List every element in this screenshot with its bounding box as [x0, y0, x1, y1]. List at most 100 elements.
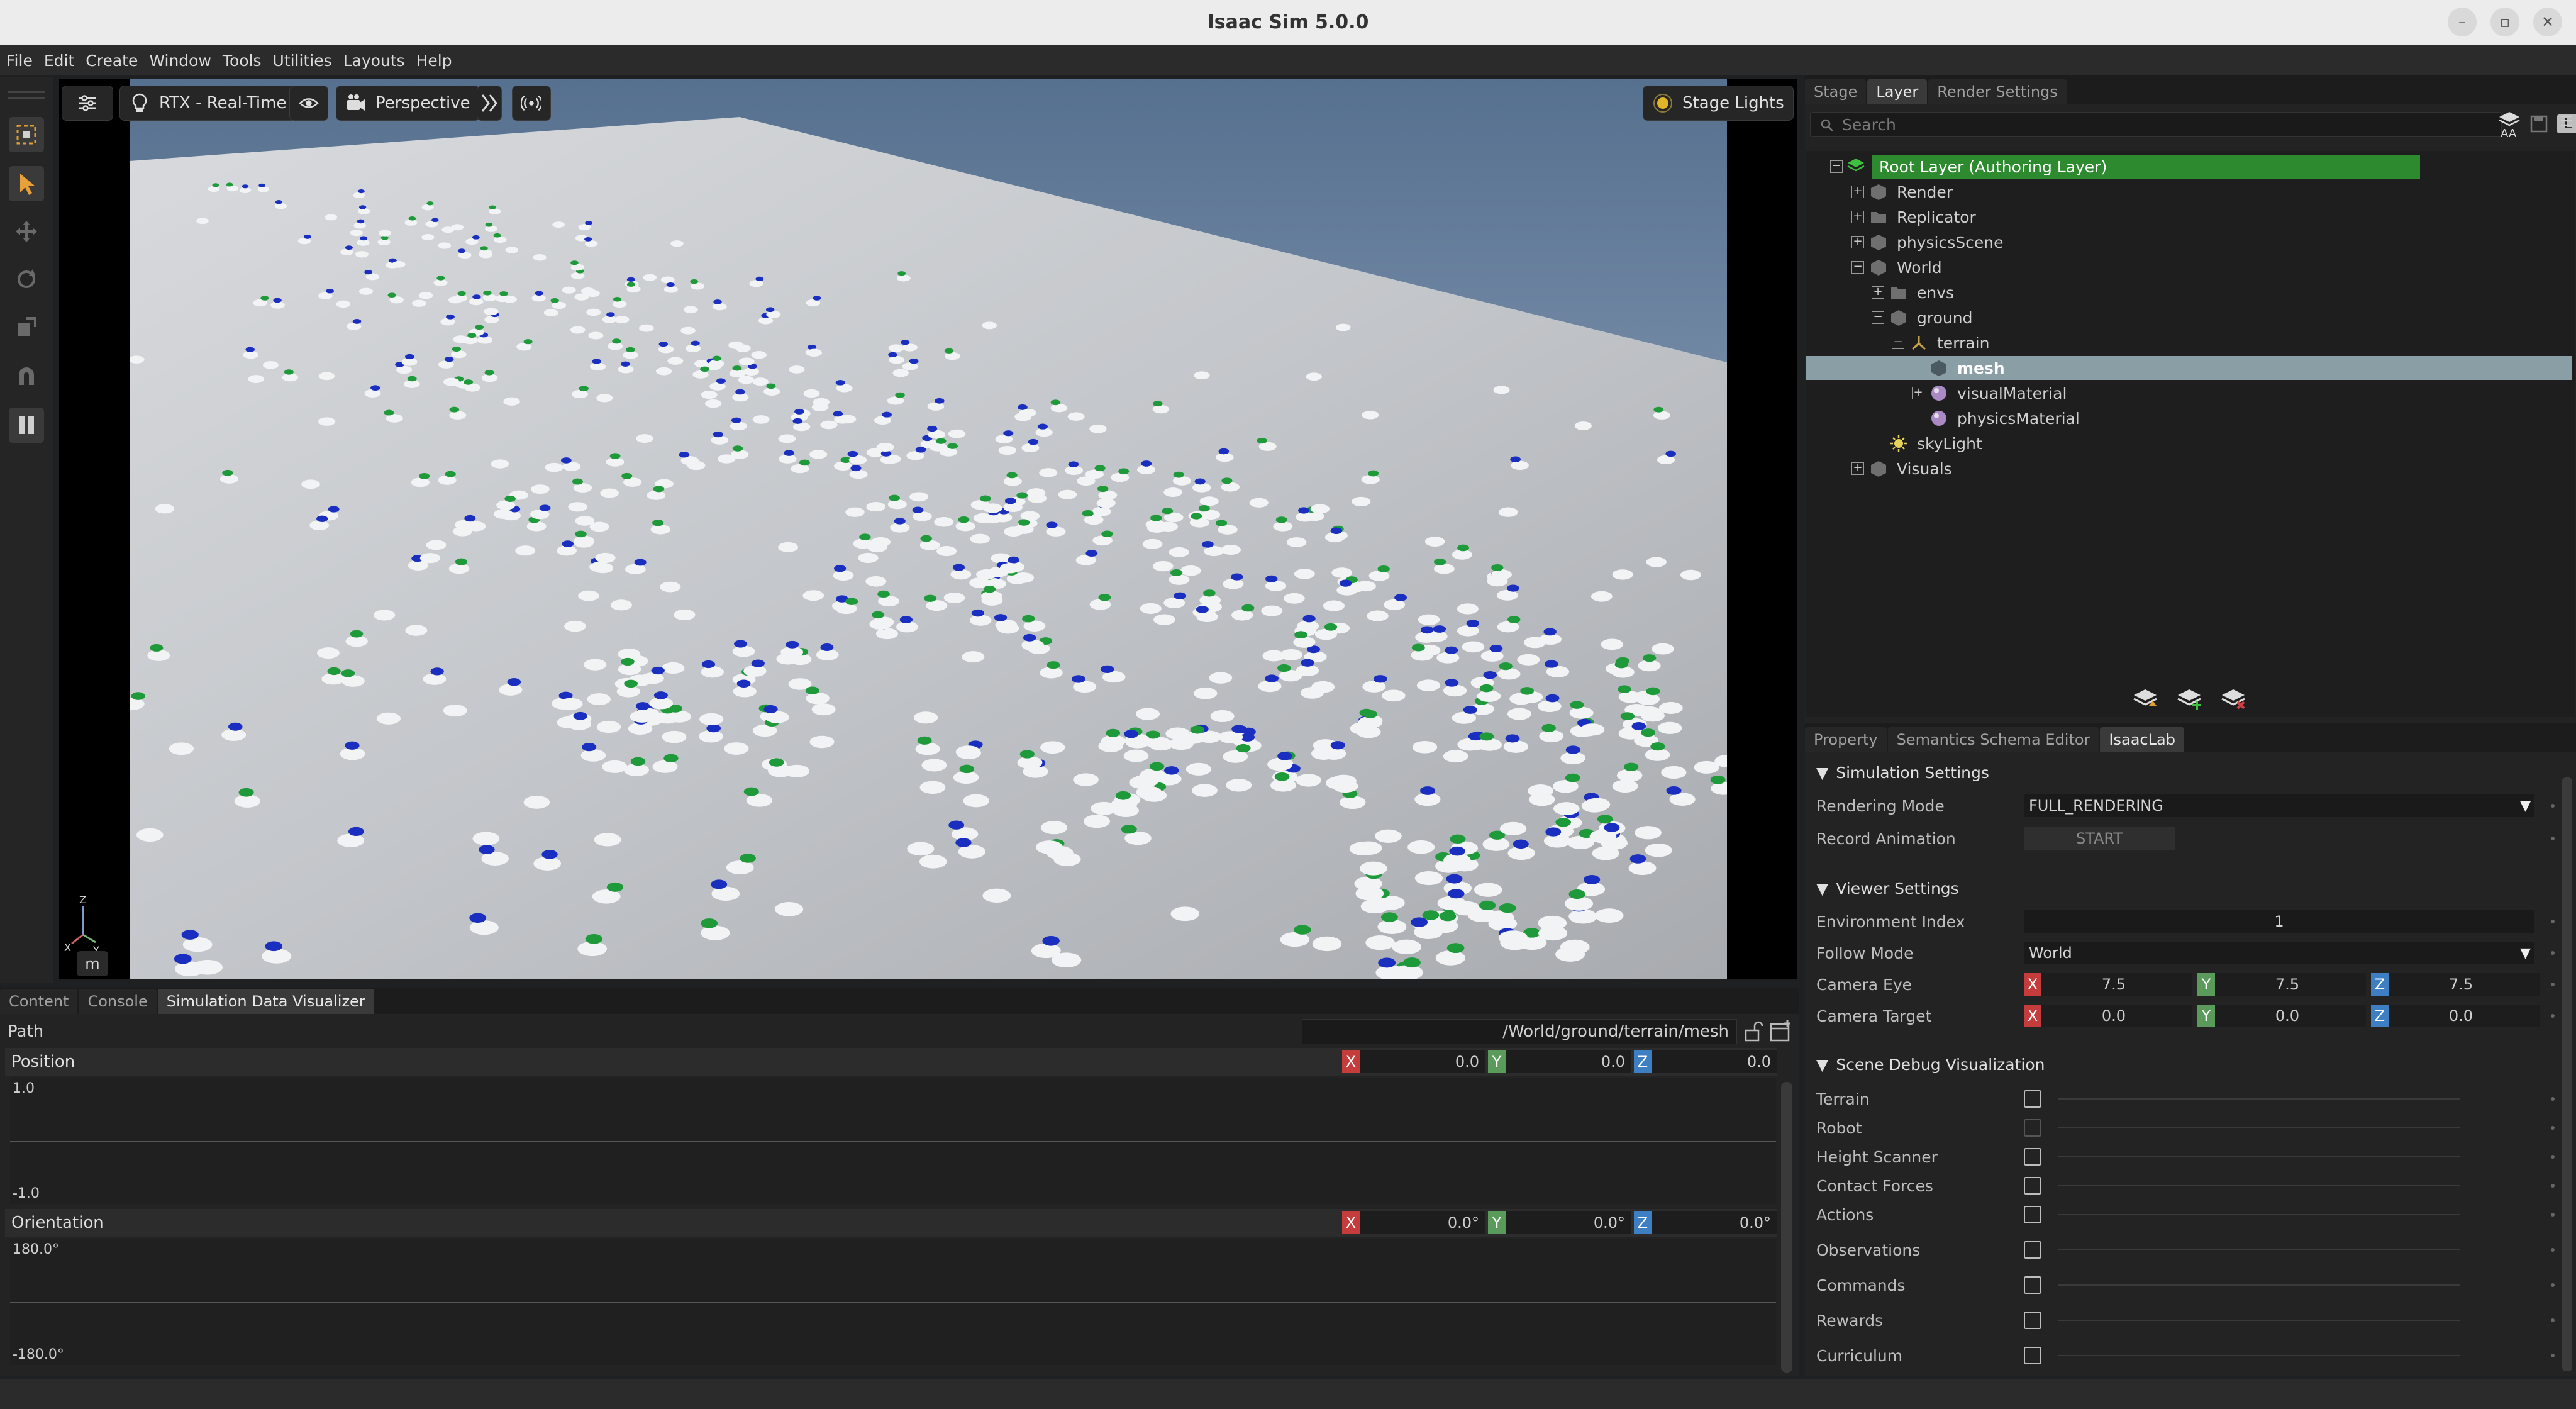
record-start-button[interactable]: START [2024, 827, 2175, 850]
expand-icon[interactable]: + [1852, 211, 1864, 223]
position-z-value[interactable]: 0.0 [1652, 1050, 1777, 1073]
camera-target-x-value[interactable]: 0.0 [2041, 1005, 2192, 1027]
tab-console[interactable]: Console [79, 989, 157, 1014]
orientation-z-value[interactable]: 0.0° [1652, 1211, 1777, 1234]
visibility-button[interactable] [289, 86, 328, 121]
select-mode-icon[interactable] [9, 117, 44, 152]
reset-dot[interactable] [2551, 1014, 2555, 1018]
reset-dot[interactable] [2551, 1213, 2555, 1217]
save-icon[interactable] [2529, 114, 2548, 133]
menu-layouts[interactable]: Layouts [343, 52, 405, 70]
tab-render-settings[interactable]: Render Settings [1928, 79, 2067, 104]
tree-row-physics-material[interactable]: physicsMaterial [1806, 406, 2561, 430]
orientation-x-value[interactable]: 0.0° [1360, 1211, 1485, 1234]
environment-index-field[interactable]: 1 [2024, 910, 2534, 933]
tab-layer[interactable]: Layer [1867, 79, 1928, 104]
reset-dot[interactable] [2551, 1318, 2555, 1322]
scene-debug-checkbox[interactable] [2024, 1347, 2041, 1364]
expand-icon[interactable]: + [1852, 462, 1864, 475]
scale-icon[interactable] [9, 309, 44, 345]
reset-dot[interactable] [2551, 804, 2555, 808]
expand-toolbar-icon[interactable] [477, 86, 502, 121]
layers-icon[interactable] [2498, 111, 2521, 128]
menu-window[interactable]: Window [149, 52, 211, 70]
reset-dot[interactable] [2551, 1097, 2555, 1101]
menu-utilities[interactable]: Utilities [273, 52, 332, 70]
bottom-panel-scrollbar[interactable] [1781, 1082, 1792, 1373]
snap-magnet-icon[interactable] [9, 359, 44, 394]
minimize-button[interactable]: – [2448, 8, 2477, 36]
camera-target-x[interactable]: X 0.0 [2024, 1003, 2192, 1028]
menu-help[interactable]: Help [416, 52, 452, 70]
collapse-icon[interactable]: − [1852, 261, 1864, 274]
orientation-z[interactable]: Z 0.0° [1634, 1210, 1777, 1235]
menu-tools[interactable]: Tools [223, 52, 262, 70]
expand-icon[interactable]: + [1872, 286, 1884, 299]
collapse-icon[interactable]: − [1892, 337, 1904, 349]
camera-eye-z-value[interactable]: 7.5 [2389, 973, 2540, 996]
reset-dot[interactable] [2551, 1155, 2555, 1159]
scene-debug-checkbox[interactable] [2024, 1312, 2041, 1329]
position-z[interactable]: Z 0.0 [1634, 1049, 1777, 1074]
reset-dot[interactable] [2551, 951, 2555, 955]
tree-row-terrain[interactable]: − terrain [1806, 331, 2561, 355]
tree-row-root[interactable]: − Root Layer (Authoring Layer) [1806, 155, 2561, 179]
scene-debug-checkbox[interactable] [2024, 1206, 2041, 1223]
unlock-icon[interactable] [1741, 1019, 1766, 1044]
toolbar-grip[interactable] [8, 91, 45, 93]
orientation-y-value[interactable]: 0.0° [1506, 1211, 1631, 1234]
reset-dot[interactable] [2551, 1354, 2555, 1357]
menu-edit[interactable]: Edit [44, 52, 74, 70]
scene-debug-checkbox[interactable] [2024, 1241, 2041, 1259]
tab-simulation-data-visualizer[interactable]: Simulation Data Visualizer [157, 989, 374, 1014]
orientation-x[interactable]: X 0.0° [1342, 1210, 1485, 1235]
insert-sublayer-icon[interactable] [2131, 686, 2159, 711]
tab-content[interactable]: Content [0, 989, 78, 1014]
viewport-settings-button[interactable] [62, 86, 113, 121]
broadcast-icon[interactable] [512, 86, 551, 121]
tab-stage[interactable]: Stage [1805, 79, 1867, 104]
camera-eye-z[interactable]: Z 7.5 [2371, 972, 2540, 997]
close-button[interactable]: ✕ [2533, 8, 2562, 36]
scene-debug-checkbox[interactable] [2024, 1276, 2041, 1294]
remove-sublayer-icon[interactable] [2219, 686, 2247, 711]
tree-row-physics-scene[interactable]: + physicsScene [1806, 230, 2561, 254]
viewport[interactable]: RTX - Real-Time Perspective Stage Lights… [59, 79, 1797, 979]
select-arrow-icon[interactable] [9, 166, 44, 201]
tab-property[interactable]: Property [1805, 727, 1887, 752]
tab-isaaclab[interactable]: IsaacLab [2100, 727, 2184, 752]
camera-eye-x[interactable]: X 7.5 [2024, 972, 2192, 997]
expand-icon[interactable]: + [1852, 236, 1864, 248]
expand-icon[interactable]: + [1912, 387, 1924, 399]
tree-row-visuals[interactable]: + Visuals [1806, 457, 2561, 481]
rotate-icon[interactable] [9, 262, 44, 297]
expand-icon[interactable]: + [1852, 186, 1864, 198]
tree-row-render[interactable]: + Render [1806, 180, 2561, 204]
path-field[interactable]: /World/ground/terrain/mesh [1302, 1019, 1737, 1044]
position-x[interactable]: X 0.0 [1342, 1049, 1485, 1074]
camera-eye-y[interactable]: Y 7.5 [2197, 972, 2366, 997]
tree-row-visual-material[interactable]: + visualMaterial [1806, 381, 2561, 405]
scene-debug-checkbox[interactable] [2024, 1148, 2041, 1166]
viewer-settings-header[interactable]: ▼ Viewer Settings [1816, 874, 2556, 902]
camera-dropdown[interactable]: Perspective [336, 86, 480, 121]
tree-row-world[interactable]: − World [1806, 255, 2561, 279]
create-sublayer-icon[interactable] [2175, 686, 2203, 711]
renderer-dropdown[interactable]: RTX - Real-Time [119, 86, 296, 121]
tab-semantics-schema-editor[interactable]: Semantics Schema Editor [1887, 727, 2099, 752]
unit-button[interactable]: m [77, 951, 108, 976]
camera-target-z[interactable]: Z 0.0 [2371, 1003, 2540, 1028]
camera-eye-y-value[interactable]: 7.5 [2215, 973, 2366, 996]
stage-lights-dropdown[interactable]: Stage Lights [1643, 86, 1794, 121]
camera-target-y-value[interactable]: 0.0 [2215, 1005, 2366, 1027]
follow-mode-dropdown[interactable]: World ▼ [2024, 942, 2534, 964]
tree-row-mesh[interactable]: mesh [1806, 356, 2572, 380]
reset-dot[interactable] [2551, 1184, 2555, 1188]
search-input[interactable]: Search [1810, 112, 2502, 137]
menu-file[interactable]: File [6, 52, 33, 70]
scene-debug-checkbox[interactable] [2024, 1090, 2041, 1108]
menu-create[interactable]: Create [86, 52, 138, 70]
rendering-mode-dropdown[interactable]: FULL_RENDERING ▼ [2024, 794, 2534, 817]
camera-target-z-value[interactable]: 0.0 [2389, 1005, 2540, 1027]
tree-row-envs[interactable]: + envs [1806, 281, 2561, 304]
